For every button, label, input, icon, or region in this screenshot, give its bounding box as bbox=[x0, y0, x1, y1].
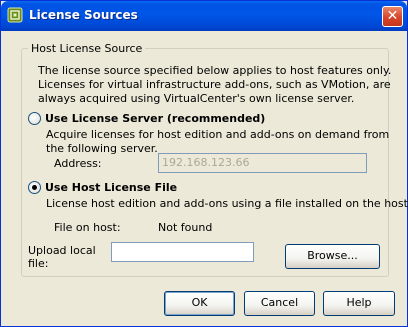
license-server-description-line-2: the following server. bbox=[46, 142, 158, 155]
vmware-app-icon bbox=[7, 7, 23, 23]
upload-label-line-1: Upload local bbox=[28, 244, 96, 257]
license-server-label[interactable]: Use License Server (recommended) bbox=[45, 112, 265, 125]
help-button[interactable]: Help bbox=[323, 291, 395, 316]
license-server-description-line-1: Acquire licenses for host edition and ad… bbox=[46, 128, 390, 141]
upload-file-field[interactable] bbox=[111, 242, 254, 262]
window-title: License Sources bbox=[29, 8, 138, 22]
ok-button[interactable]: OK bbox=[164, 291, 235, 316]
license-server-radio[interactable] bbox=[28, 112, 41, 125]
host-license-file-radio[interactable] bbox=[28, 181, 41, 194]
upload-label-line-2: file: bbox=[28, 257, 49, 270]
title-bar[interactable]: License Sources ✕ bbox=[1, 1, 407, 31]
file-on-host-label: File on host: bbox=[54, 221, 121, 234]
close-button[interactable]: ✕ bbox=[382, 6, 403, 27]
host-license-file-description: License host edition and add-ons using a… bbox=[46, 197, 408, 210]
group-description-line-2: Licenses for virtual infrastructure add-… bbox=[38, 78, 391, 91]
license-sources-dialog: License Sources ✕ Host License Source Th… bbox=[0, 0, 408, 327]
address-field[interactable]: 192.168.123.66 bbox=[158, 153, 367, 173]
file-on-host-value: Not found bbox=[158, 221, 213, 234]
address-label: Address: bbox=[54, 157, 102, 170]
group-legend: Host License Source bbox=[28, 42, 146, 55]
cancel-button[interactable]: Cancel bbox=[244, 291, 315, 316]
group-description-line-3: always acquired using VirtualCenter's ow… bbox=[38, 92, 355, 105]
browse-button[interactable]: Browse... bbox=[285, 244, 380, 269]
host-license-file-label[interactable]: Use Host License File bbox=[45, 181, 177, 194]
group-description-line-1: The license source specified below appli… bbox=[38, 64, 392, 77]
close-icon: ✕ bbox=[386, 8, 399, 24]
